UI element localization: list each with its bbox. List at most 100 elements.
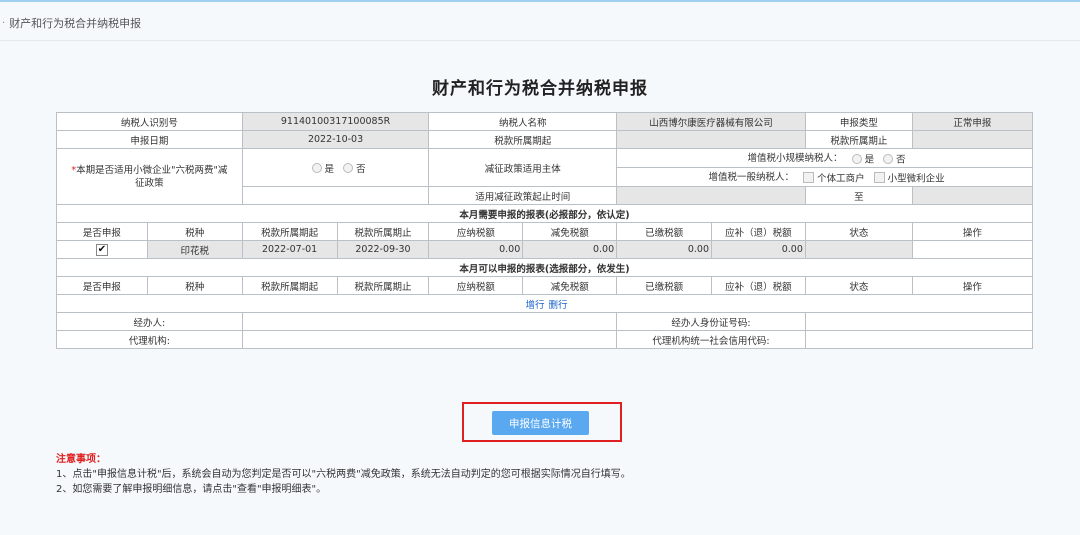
col-header: 减免税额 xyxy=(522,222,618,241)
col-header: 操作 xyxy=(911,222,1034,241)
notes: 注意事项： 1、点击"申报信息计税"后，系统会自动为您判定是否可以"六税两费"减… xyxy=(56,452,631,497)
policy-options: 是 否 xyxy=(241,148,430,187)
policy-no-radio[interactable] xyxy=(343,162,354,173)
decl-type-value: 正常申报 xyxy=(911,112,1034,131)
vat-general-opt2-label: 小型微利企业 xyxy=(887,173,945,185)
handler-id-label: 经办人身份证号码: xyxy=(616,312,806,331)
breadcrumb-divider xyxy=(0,40,1080,41)
col-header: 税款所属期止 xyxy=(336,276,430,295)
declaration-table: 纳税人识别号 91140100317100085R 纳税人名称 山西博尔康医疗器… xyxy=(56,112,1034,349)
vat-general-label: 增值税一般纳税人： xyxy=(708,172,795,184)
policy-question: *本期是否适用小微企业"六税两费"减征政策 xyxy=(56,148,243,205)
vat-small-label: 增值税小规模纳税人： xyxy=(747,153,843,165)
policy-yes-label: 是 xyxy=(324,163,335,175)
policy-question-text: 本期是否适用小微企业"六税两费"减征政策 xyxy=(76,164,228,189)
section-optional-title: 本月可以申报的报表(选报部分，依发生) xyxy=(56,258,1033,277)
row-actions-row: 增行 删行 xyxy=(56,294,1033,313)
section-optional-title-row: 本月可以申报的报表(选报部分，依发生) xyxy=(56,258,1033,277)
decl-date-value: 2022-10-03 xyxy=(241,130,430,149)
col-header: 是否申报 xyxy=(56,276,148,295)
section-required-title: 本月需要申报的报表(必报部分，依认定) xyxy=(56,204,1033,223)
period-end-cell: 2022-09-30 xyxy=(336,240,430,259)
policy-period-start xyxy=(616,186,806,205)
policy-row-1: *本期是否适用小微企业"六税两费"减征政策 是 否 减征政策适用主体 增值税小规… xyxy=(56,148,1033,205)
policy-subject-label: 减征政策适用主体 xyxy=(428,148,618,187)
policy-blank xyxy=(241,186,430,205)
period-end-label: 税款所属期止 xyxy=(804,130,913,149)
reduction-cell: 0.00 xyxy=(522,240,618,259)
table-row: ✔ 印花税 2022-07-01 2022-09-30 0.00 0.00 0.… xyxy=(56,240,1034,259)
vat-small-no-label: 否 xyxy=(896,154,906,166)
vat-general-opt1-label: 个体工商户 xyxy=(817,173,865,185)
section-required-title-row: 本月需要申报的报表(必报部分，依认定) xyxy=(56,204,1033,223)
policy-to-label: 至 xyxy=(804,186,913,205)
vat-small-cell: 增值税小规模纳税人： 是 否 xyxy=(616,148,1033,168)
period-start-value xyxy=(616,130,806,149)
agent-row-2: 代理机构: 代理机构统一社会信用代码: xyxy=(56,330,1034,349)
handler-id-input[interactable] xyxy=(804,312,1034,331)
section-required-header-row: 是否申报 税种 税款所属期起 税款所属期止 应纳税额 减免税额 已缴税额 应补（… xyxy=(56,222,1034,241)
page-title: 财产和行为税合并纳税申报 xyxy=(432,79,648,99)
agency-code-input[interactable] xyxy=(804,330,1034,349)
col-header: 已缴税额 xyxy=(616,276,712,295)
agency-input[interactable] xyxy=(241,330,618,349)
vat-general-cell: 增值税一般纳税人： 个体工商户 小型微利企业 xyxy=(616,167,1033,187)
policy-period-end xyxy=(911,186,1034,205)
policy-yes-radio[interactable] xyxy=(311,162,322,173)
col-header: 税款所属期止 xyxy=(336,222,430,241)
col-header: 税款所属期起 xyxy=(241,276,338,295)
vat-small-no-radio[interactable] xyxy=(883,153,894,164)
notes-line-2: 2、如您需要了解申报明细信息，请点击"查看"申报明细表"。 xyxy=(56,484,327,495)
col-header: 减免税额 xyxy=(522,276,618,295)
col-header: 是否申报 xyxy=(56,222,148,241)
tax-type-cell: 印花税 xyxy=(146,240,243,259)
breadcrumb-item[interactable]: 财产和行为税合并纳税申报 xyxy=(9,15,141,31)
handler-label: 经办人: xyxy=(56,312,243,331)
policy-no-label: 否 xyxy=(356,163,366,175)
vat-small-yes-radio[interactable] xyxy=(851,153,862,164)
period-start-cell: 2022-07-01 xyxy=(241,240,338,259)
col-header: 应纳税额 xyxy=(428,276,524,295)
taxpayer-id-label: 纳税人识别号 xyxy=(56,112,243,131)
agency-label: 代理机构: xyxy=(56,330,243,349)
col-header: 应纳税额 xyxy=(428,222,524,241)
info-row-2: 申报日期 2022-10-03 税款所属期起 税款所属期止 xyxy=(56,130,1034,149)
col-header: 状态 xyxy=(804,276,913,295)
period-end-value xyxy=(911,130,1034,149)
col-header: 状态 xyxy=(804,222,913,241)
col-header: 已缴税额 xyxy=(616,222,712,241)
row-actions: 增行 删行 xyxy=(56,294,1033,313)
calculate-tax-button[interactable]: 申报信息计税 xyxy=(492,411,589,435)
taxpayer-name-label: 纳税人名称 xyxy=(428,112,618,131)
col-header: 应补（退）税额 xyxy=(711,222,806,241)
taxpayer-name-value: 山西博尔康医疗器械有限公司 xyxy=(616,112,806,131)
payable-cell: 0.00 xyxy=(428,240,524,259)
agency-code-label: 代理机构统一社会信用代码: xyxy=(616,330,806,349)
col-header: 税种 xyxy=(146,222,243,241)
agent-row-1: 经办人: 经办人身份证号码: xyxy=(56,312,1034,331)
taxpayer-id-value: 91140100317100085R xyxy=(241,112,430,131)
period-start-label: 税款所属期起 xyxy=(428,130,618,149)
action-cell xyxy=(911,240,1034,259)
decl-date-label: 申报日期 xyxy=(56,130,243,149)
paid-cell: 0.00 xyxy=(616,240,712,259)
notes-line-1: 1、点击"申报信息计税"后，系统会自动为您判定是否可以"六税两费"减免政策，系统… xyxy=(56,469,631,480)
col-header: 税种 xyxy=(146,276,243,295)
breadcrumb-dot-icon: · xyxy=(2,17,6,29)
vat-small-yes-label: 是 xyxy=(864,154,875,166)
delete-row-link[interactable]: 删行 xyxy=(549,300,568,311)
breadcrumb: · 财产和行为税合并纳税申报 xyxy=(2,15,141,31)
col-header: 操作 xyxy=(911,276,1034,295)
handler-input[interactable] xyxy=(241,312,618,331)
status-cell xyxy=(804,240,913,259)
decl-type-label: 申报类型 xyxy=(804,112,913,131)
vat-general-opt1-checkbox[interactable] xyxy=(803,172,815,184)
section-optional-header-row: 是否申报 税种 税款所属期起 税款所属期止 应纳税额 减免税额 已缴税额 应补（… xyxy=(56,276,1034,295)
top-accent-line xyxy=(0,0,1080,2)
vat-general-opt2-checkbox[interactable] xyxy=(873,172,885,184)
policy-period-label: 适用减征政策起止时间 xyxy=(428,186,618,205)
notes-title: 注意事项： xyxy=(56,454,106,465)
info-row-1: 纳税人识别号 91140100317100085R 纳税人名称 山西博尔康医疗器… xyxy=(56,112,1034,131)
add-row-link[interactable]: 增行 xyxy=(525,300,544,311)
declare-checkbox[interactable]: ✔ xyxy=(95,243,108,256)
